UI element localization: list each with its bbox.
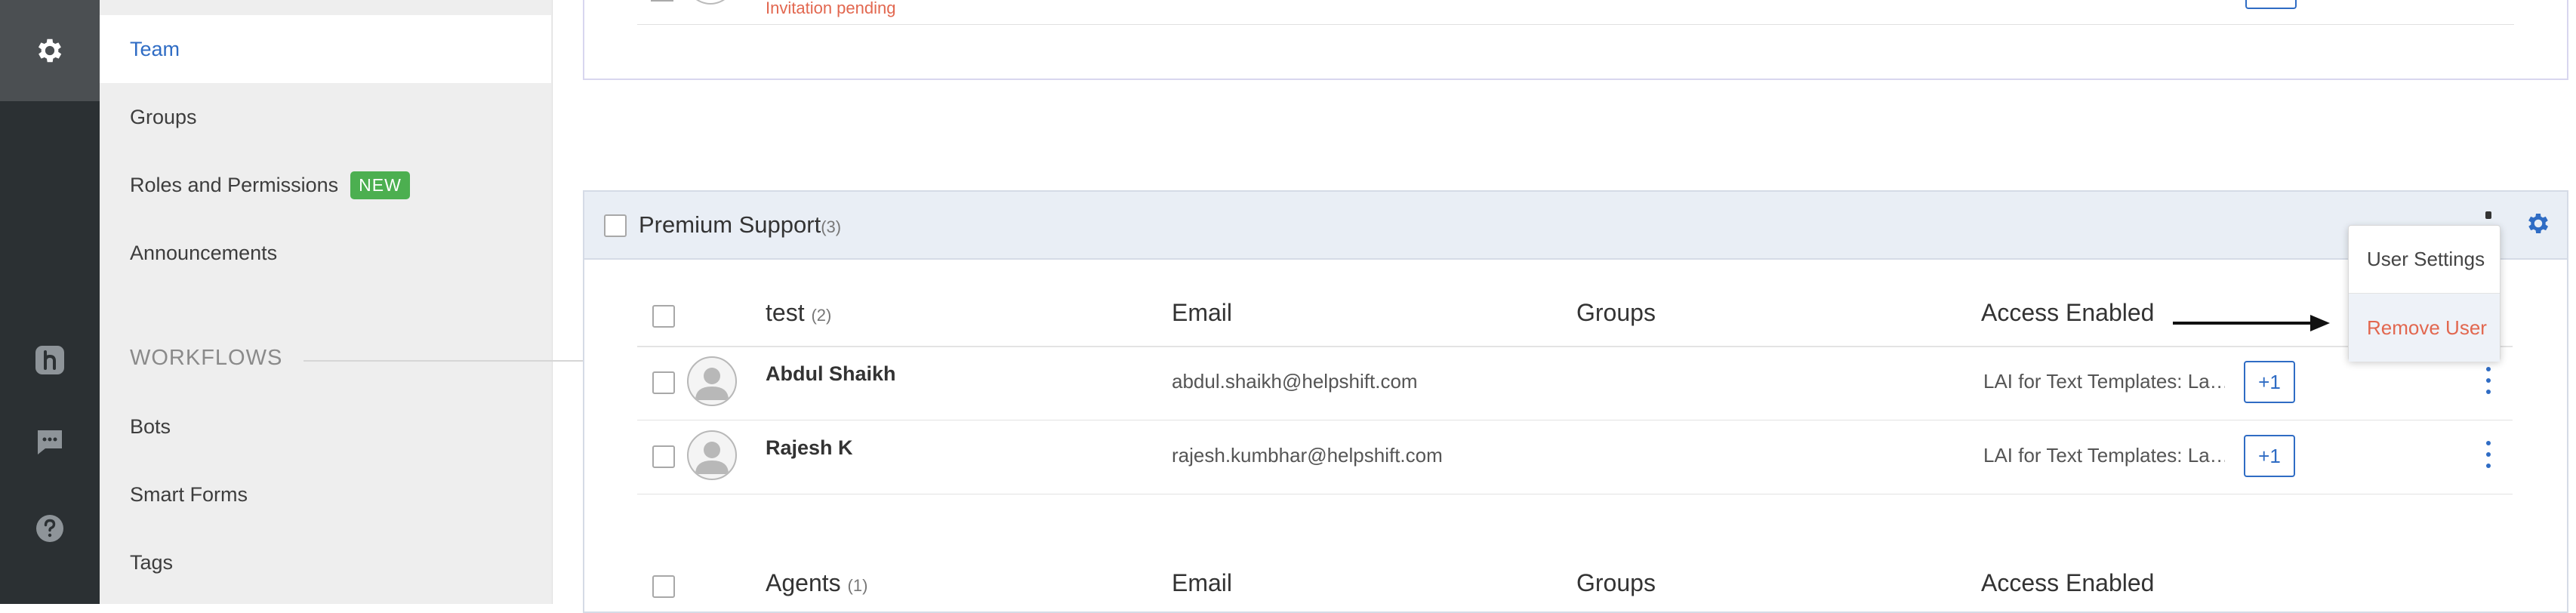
menu-item-remove-user[interactable]: Remove User (2349, 294, 2500, 362)
rail-chat-button[interactable] (0, 427, 100, 457)
subgroup-name: Agents (766, 569, 841, 596)
group-menu-icon[interactable] (2485, 211, 2491, 219)
helpshift-h-icon (35, 346, 64, 374)
group-card-premium-support: Premium Support(3) test (2) Email Groups… (583, 190, 2568, 613)
rail-help-button[interactable] (0, 513, 100, 544)
invitation-status: Invitation pending (766, 0, 896, 17)
more-access-button[interactable]: +1 (2244, 435, 2295, 477)
user-placeholder-icon (695, 442, 729, 474)
subgroup-name: test (766, 299, 805, 326)
user-email: rajesh.kumbhar@helpshift.com (1172, 444, 1443, 467)
kebab-dot (2486, 378, 2491, 383)
more-access-button[interactable] (2245, 0, 2297, 9)
sidebar-item-bots[interactable]: Bots (100, 393, 551, 461)
kebab-dot (2486, 441, 2491, 445)
group-title: Premium Support(3) (639, 211, 841, 239)
user-placeholder-icon (695, 368, 729, 400)
sidebar-item-groups[interactable]: Groups (100, 83, 551, 151)
avatar (686, 0, 735, 5)
previous-group-card: Invitation pending (583, 0, 2568, 80)
row-checkbox[interactable] (652, 445, 675, 468)
subgroup-count: (2) (811, 306, 832, 325)
group-member-count: (3) (821, 217, 842, 236)
subgroup-count: (1) (847, 576, 868, 595)
gear-icon (2528, 213, 2549, 234)
annotation-arrow (2173, 315, 2330, 331)
chat-bubble-icon (38, 430, 62, 454)
menu-item-user-settings[interactable]: User Settings (2349, 226, 2500, 294)
row-divider (637, 24, 2514, 25)
sidebar-item-label: Smart Forms (130, 482, 248, 506)
rail-helpshift-button[interactable] (0, 344, 100, 376)
header-divider (637, 346, 2513, 347)
column-header-groups: Groups (1576, 299, 1656, 326)
sidebar-item-label: Announcements (130, 241, 278, 264)
rail-settings-button[interactable] (0, 0, 100, 101)
sidebar-item-label: Roles and Permissions (130, 173, 339, 196)
row-checkbox[interactable] (651, 0, 673, 2)
avatar (687, 430, 737, 480)
kebab-dot (2486, 452, 2491, 457)
kebab-dot (2486, 464, 2491, 468)
column-header-email: Email (1172, 299, 1233, 326)
row-checkbox[interactable] (652, 371, 675, 394)
sidebar-item-label: Groups (130, 105, 197, 128)
subgroup-title: Agents (1) (766, 569, 867, 597)
user-access: LAI for Text Templates: La… (1983, 370, 2225, 393)
subgroup-title: test (2) (766, 299, 831, 327)
icon-rail (0, 0, 100, 604)
user-email: abdul.shaikh@helpshift.com (1172, 370, 1418, 393)
sidebar-item-smart-forms[interactable]: Smart Forms (100, 461, 551, 528)
row-menu-button[interactable] (2481, 441, 2496, 468)
group-select-checkbox[interactable] (604, 214, 627, 237)
kebab-dot (2486, 390, 2491, 394)
column-header-access-enabled: Access Enabled (1981, 299, 2155, 326)
sidebar-item-label: Bots (130, 414, 171, 438)
sidebar-item-announcements[interactable]: Announcements (100, 219, 551, 287)
group-settings-button[interactable] (2525, 210, 2552, 241)
group-header: Premium Support(3) (584, 192, 2567, 260)
workflows-section-heading: WORKFLOWS (130, 346, 283, 370)
user-name: Abdul Shaikh (766, 362, 896, 385)
user-access: LAI for Text Templates: La… (1983, 444, 2225, 467)
avatar (687, 356, 737, 406)
sidebar-item-team[interactable]: Team (100, 15, 551, 83)
group-name: Premium Support (639, 211, 821, 238)
user-context-menu: User Settings Remove User (2348, 225, 2501, 362)
more-access-button[interactable]: +1 (2244, 361, 2295, 403)
new-badge: NEW (350, 171, 410, 199)
column-header-email: Email (1172, 569, 1233, 596)
column-header-groups: Groups (1576, 569, 1656, 596)
help-circle-icon (36, 515, 63, 542)
section-divider (304, 360, 621, 362)
subgroup-select-checkbox[interactable] (652, 575, 675, 598)
sidebar-item-tags[interactable]: Tags (100, 528, 551, 596)
settings-sidebar: Team Groups Roles and Permissions NEW An… (100, 0, 621, 604)
subgroup-select-checkbox[interactable] (652, 305, 675, 328)
row-menu-button[interactable] (2481, 367, 2496, 394)
sidebar-item-roles-and-permissions[interactable]: Roles and Permissions NEW (100, 151, 551, 219)
gear-icon (38, 39, 62, 63)
kebab-dot (2486, 367, 2491, 371)
sidebar-item-label: Team (130, 37, 180, 60)
user-name: Rajesh K (766, 436, 853, 459)
column-header-access-enabled: Access Enabled (1981, 569, 2155, 596)
sidebar-item-label: Tags (130, 550, 174, 574)
